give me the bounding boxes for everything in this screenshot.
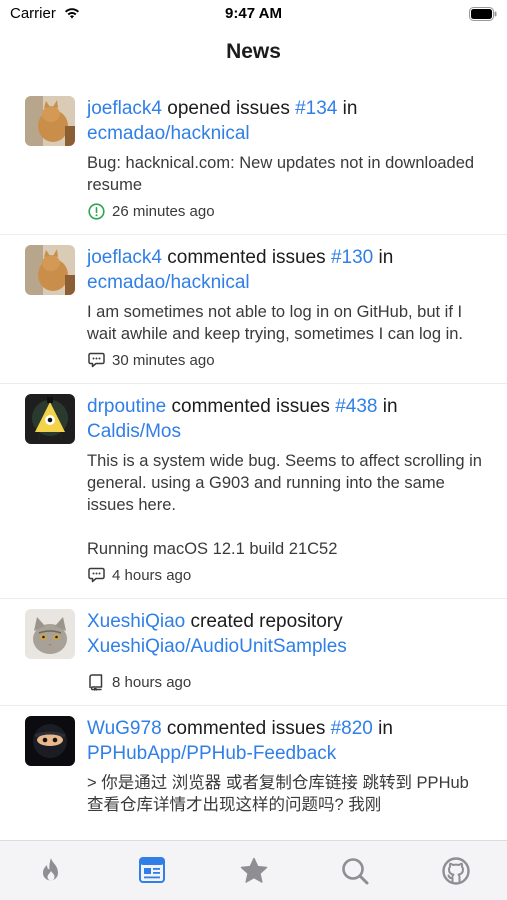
event-meta: 8 hours ago bbox=[87, 673, 487, 691]
repo-link[interactable]: ecmadao/hacknical bbox=[87, 272, 250, 293]
user-link[interactable]: WuG978 bbox=[87, 718, 162, 739]
repo-link[interactable]: PPHubApp/PPHub-Feedback bbox=[87, 743, 336, 764]
news-tab[interactable] bbox=[101, 841, 202, 900]
event-action: commented issues bbox=[167, 247, 326, 268]
avatar[interactable] bbox=[25, 394, 75, 444]
user-link[interactable]: joeflack4 bbox=[87, 98, 162, 119]
github-icon bbox=[442, 857, 471, 890]
repo-link[interactable]: XueshiQiao/AudioUnitSamples bbox=[87, 636, 347, 657]
issue-link[interactable]: #130 bbox=[331, 247, 373, 268]
avatar[interactable] bbox=[25, 716, 75, 766]
event-headline: WuG978 commented issues #820 in PPHubApp… bbox=[87, 716, 487, 766]
trending-tab[interactable] bbox=[0, 841, 101, 900]
profile-tab[interactable] bbox=[406, 841, 507, 900]
news-feed[interactable]: joeflack4 opened issues #134 in ecmadao/… bbox=[0, 86, 507, 840]
repo-link[interactable]: Caldis/Mos bbox=[87, 421, 181, 442]
avatar[interactable] bbox=[25, 96, 75, 146]
page-title: News bbox=[226, 40, 281, 63]
issue-link[interactable]: #820 bbox=[331, 718, 373, 739]
tab-bar bbox=[0, 840, 507, 900]
event-time: 30 minutes ago bbox=[112, 351, 215, 369]
repo-icon bbox=[87, 673, 105, 691]
event-meta: 26 minutes ago bbox=[87, 202, 487, 220]
search-icon bbox=[341, 857, 369, 890]
feed-item[interactable]: joeflack4 opened issues #134 in ecmadao/… bbox=[0, 86, 507, 235]
event-action: commented issues bbox=[171, 396, 330, 417]
event-headline: joeflack4 commented issues #130 in ecmad… bbox=[87, 245, 487, 295]
battery-icon bbox=[469, 7, 497, 26]
event-headline: drpoutine commented issues #438 in Caldi… bbox=[87, 394, 487, 444]
event-time: 8 hours ago bbox=[112, 673, 192, 691]
user-link[interactable]: XueshiQiao bbox=[87, 611, 185, 632]
star-icon bbox=[240, 857, 268, 889]
search-tab[interactable] bbox=[304, 841, 405, 900]
status-bar: Carrier 9:47 AM bbox=[0, 0, 507, 28]
event-meta: 4 hours ago bbox=[87, 566, 487, 584]
feed-item[interactable]: joeflack4 commented issues #130 in ecmad… bbox=[0, 235, 507, 384]
event-body: I am sometimes not able to log in on Git… bbox=[87, 303, 464, 343]
feed-item[interactable]: WuG978 commented issues #820 in PPHubApp… bbox=[0, 706, 507, 830]
event-body: Bug: hacknical.com: New updates not in d… bbox=[87, 154, 475, 194]
news-icon bbox=[139, 857, 166, 888]
event-time: 4 hours ago bbox=[112, 566, 192, 584]
event-preposition: in bbox=[382, 396, 398, 417]
event-body: > 你是通过 浏览器 或者复制仓库链接 跳转到 PPHub 查看仓库详情才出现这… bbox=[87, 774, 469, 814]
event-time: 26 minutes ago bbox=[112, 202, 215, 220]
event-preposition: in bbox=[342, 98, 358, 119]
event-headline: XueshiQiao created repository XueshiQiao… bbox=[87, 609, 487, 659]
avatar[interactable] bbox=[25, 245, 75, 295]
event-preposition: in bbox=[378, 247, 394, 268]
feed-item[interactable]: XueshiQiao created repository XueshiQiao… bbox=[0, 599, 507, 706]
event-preposition: in bbox=[378, 718, 393, 739]
navigation-bar: News bbox=[0, 28, 507, 86]
issue-opened-icon bbox=[87, 202, 105, 220]
status-time: 9:47 AM bbox=[225, 5, 282, 22]
event-body: This is a system wide bug. Seems to affe… bbox=[87, 452, 482, 558]
comment-icon bbox=[87, 351, 105, 369]
event-action: commented issues bbox=[166, 718, 326, 739]
issue-link[interactable]: #134 bbox=[295, 98, 337, 119]
event-meta: 30 minutes ago bbox=[87, 351, 487, 369]
event-action: opened issues bbox=[167, 98, 290, 119]
feed-item[interactable]: drpoutine commented issues #438 in Caldi… bbox=[0, 384, 507, 599]
starred-tab[interactable] bbox=[203, 841, 304, 900]
comment-icon bbox=[87, 566, 105, 584]
event-action: created repository bbox=[190, 611, 343, 632]
user-link[interactable]: drpoutine bbox=[87, 396, 166, 417]
user-link[interactable]: joeflack4 bbox=[87, 247, 162, 268]
issue-link[interactable]: #438 bbox=[335, 396, 377, 417]
event-headline: joeflack4 opened issues #134 in ecmadao/… bbox=[87, 96, 487, 146]
avatar[interactable] bbox=[25, 609, 75, 659]
flame-icon bbox=[39, 857, 63, 889]
repo-link[interactable]: ecmadao/hacknical bbox=[87, 123, 250, 144]
